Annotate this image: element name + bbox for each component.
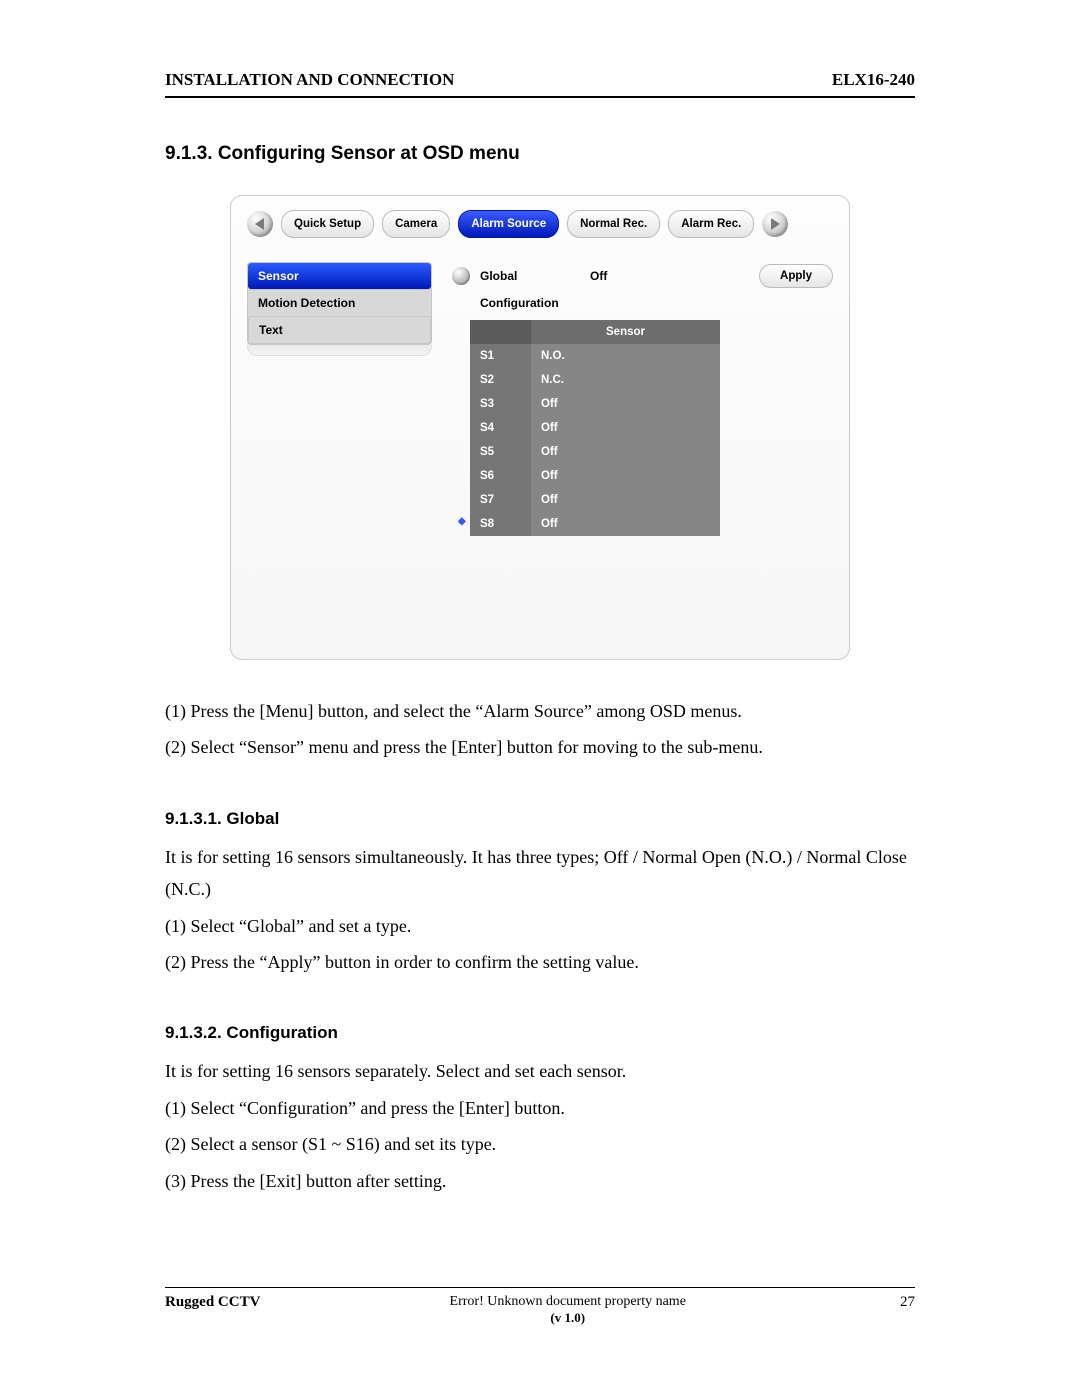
- sensor-id-cell: S6: [470, 464, 531, 488]
- subsection-configuration-heading: 9.1.3.2. Configuration: [165, 1023, 915, 1043]
- globe-icon: [452, 267, 470, 285]
- config-step-2: (2) Select a sensor (S1 ~ S16) and set i…: [165, 1128, 915, 1160]
- table-row[interactable]: S6Off: [470, 464, 720, 488]
- osd-sidebar: Sensor Motion Detection Text: [247, 262, 432, 536]
- table-row[interactable]: S3Off: [470, 392, 720, 416]
- footer-center-top: Error! Unknown document property name: [450, 1294, 686, 1309]
- sensor-value-cell: Off: [531, 392, 720, 416]
- instruction-1: (1) Press the [Menu] button, and select …: [165, 695, 915, 727]
- sensor-table-header-blank: [470, 320, 531, 344]
- document-page: INSTALLATION AND CONNECTION ELX16-240 9.…: [0, 0, 1080, 1367]
- page-footer: Rugged CCTV Error! Unknown document prop…: [165, 1288, 915, 1327]
- table-row[interactable]: S2N.C.: [470, 368, 720, 392]
- global-desc: It is for setting 16 sensors simultaneou…: [165, 841, 915, 906]
- sensor-value-cell: N.C.: [531, 368, 720, 392]
- table-row[interactable]: S1N.O.: [470, 344, 720, 368]
- sensor-value-cell: Off: [531, 464, 720, 488]
- footer-left: Rugged CCTV: [165, 1294, 260, 1311]
- osd-main-area: Global Off Apply Configuration Sensor S1…: [450, 262, 833, 536]
- sensor-table: Sensor S1N.O.S2N.C.S3OffS4OffS5OffS6OffS…: [470, 320, 720, 536]
- config-step-1: (1) Select “Configuration” and press the…: [165, 1092, 915, 1124]
- table-row[interactable]: S7Off: [470, 488, 720, 512]
- sensor-value-cell: Off: [531, 440, 720, 464]
- tab-quick-setup[interactable]: Quick Setup: [281, 210, 374, 238]
- table-row[interactable]: S5Off: [470, 440, 720, 464]
- osd-panel: Quick Setup Camera Alarm Source Normal R…: [230, 195, 850, 660]
- configuration-label: Configuration: [480, 296, 833, 310]
- sensor-id-cell: S8: [470, 512, 531, 536]
- sensor-id-cell: S4: [470, 416, 531, 440]
- sensor-id-cell: S3: [470, 392, 531, 416]
- sensor-value-cell: Off: [531, 512, 720, 536]
- config-step-3: (3) Press the [Exit] button after settin…: [165, 1165, 915, 1197]
- table-row[interactable]: S8Off: [470, 512, 720, 536]
- footer-center: Error! Unknown document property name (v…: [260, 1294, 875, 1327]
- global-label: Global: [480, 269, 580, 283]
- table-row[interactable]: S4Off: [470, 416, 720, 440]
- nav-next-button[interactable]: [762, 211, 788, 237]
- sensor-table-header: Sensor: [531, 320, 720, 344]
- tab-alarm-source[interactable]: Alarm Source: [458, 210, 559, 238]
- subsection-global-heading: 9.1.3.1. Global: [165, 809, 915, 829]
- header-right: ELX16-240: [832, 70, 915, 90]
- osd-top-nav: Quick Setup Camera Alarm Source Normal R…: [247, 210, 833, 238]
- instruction-2: (2) Select “Sensor” menu and press the […: [165, 731, 915, 763]
- nav-prev-button[interactable]: [247, 211, 273, 237]
- footer-center-bottom: (v 1.0): [550, 1310, 585, 1325]
- footer-page-number: 27: [875, 1294, 915, 1311]
- sidebar-item-text[interactable]: Text: [248, 316, 431, 344]
- config-desc: It is for setting 16 sensors separately.…: [165, 1055, 915, 1087]
- sensor-id-cell: S2: [470, 368, 531, 392]
- global-row: Global Off Apply: [450, 262, 833, 290]
- sidebar-item-sensor[interactable]: Sensor: [248, 263, 431, 289]
- global-value[interactable]: Off: [590, 269, 680, 283]
- tab-alarm-rec[interactable]: Alarm Rec.: [668, 210, 754, 238]
- sensor-id-cell: S7: [470, 488, 531, 512]
- header-divider: [165, 96, 915, 98]
- tab-camera[interactable]: Camera: [382, 210, 450, 238]
- global-step-2: (2) Press the “Apply” button in order to…: [165, 946, 915, 978]
- sensor-id-cell: S1: [470, 344, 531, 368]
- tab-normal-rec[interactable]: Normal Rec.: [567, 210, 660, 238]
- header-left: INSTALLATION AND CONNECTION: [165, 70, 454, 90]
- sensor-value-cell: Off: [531, 488, 720, 512]
- sensor-value-cell: Off: [531, 416, 720, 440]
- sidebar-tail-decoration: [247, 345, 432, 356]
- global-step-1: (1) Select “Global” and set a type.: [165, 910, 915, 942]
- page-header: INSTALLATION AND CONNECTION ELX16-240: [165, 70, 915, 96]
- sidebar-item-motion-detection[interactable]: Motion Detection: [248, 289, 431, 316]
- apply-button[interactable]: Apply: [759, 264, 833, 288]
- osd-body: Sensor Motion Detection Text Global Off …: [247, 262, 833, 536]
- sensor-value-cell: N.O.: [531, 344, 720, 368]
- section-heading: 9.1.3. Configuring Sensor at OSD menu: [165, 143, 915, 165]
- sensor-id-cell: S5: [470, 440, 531, 464]
